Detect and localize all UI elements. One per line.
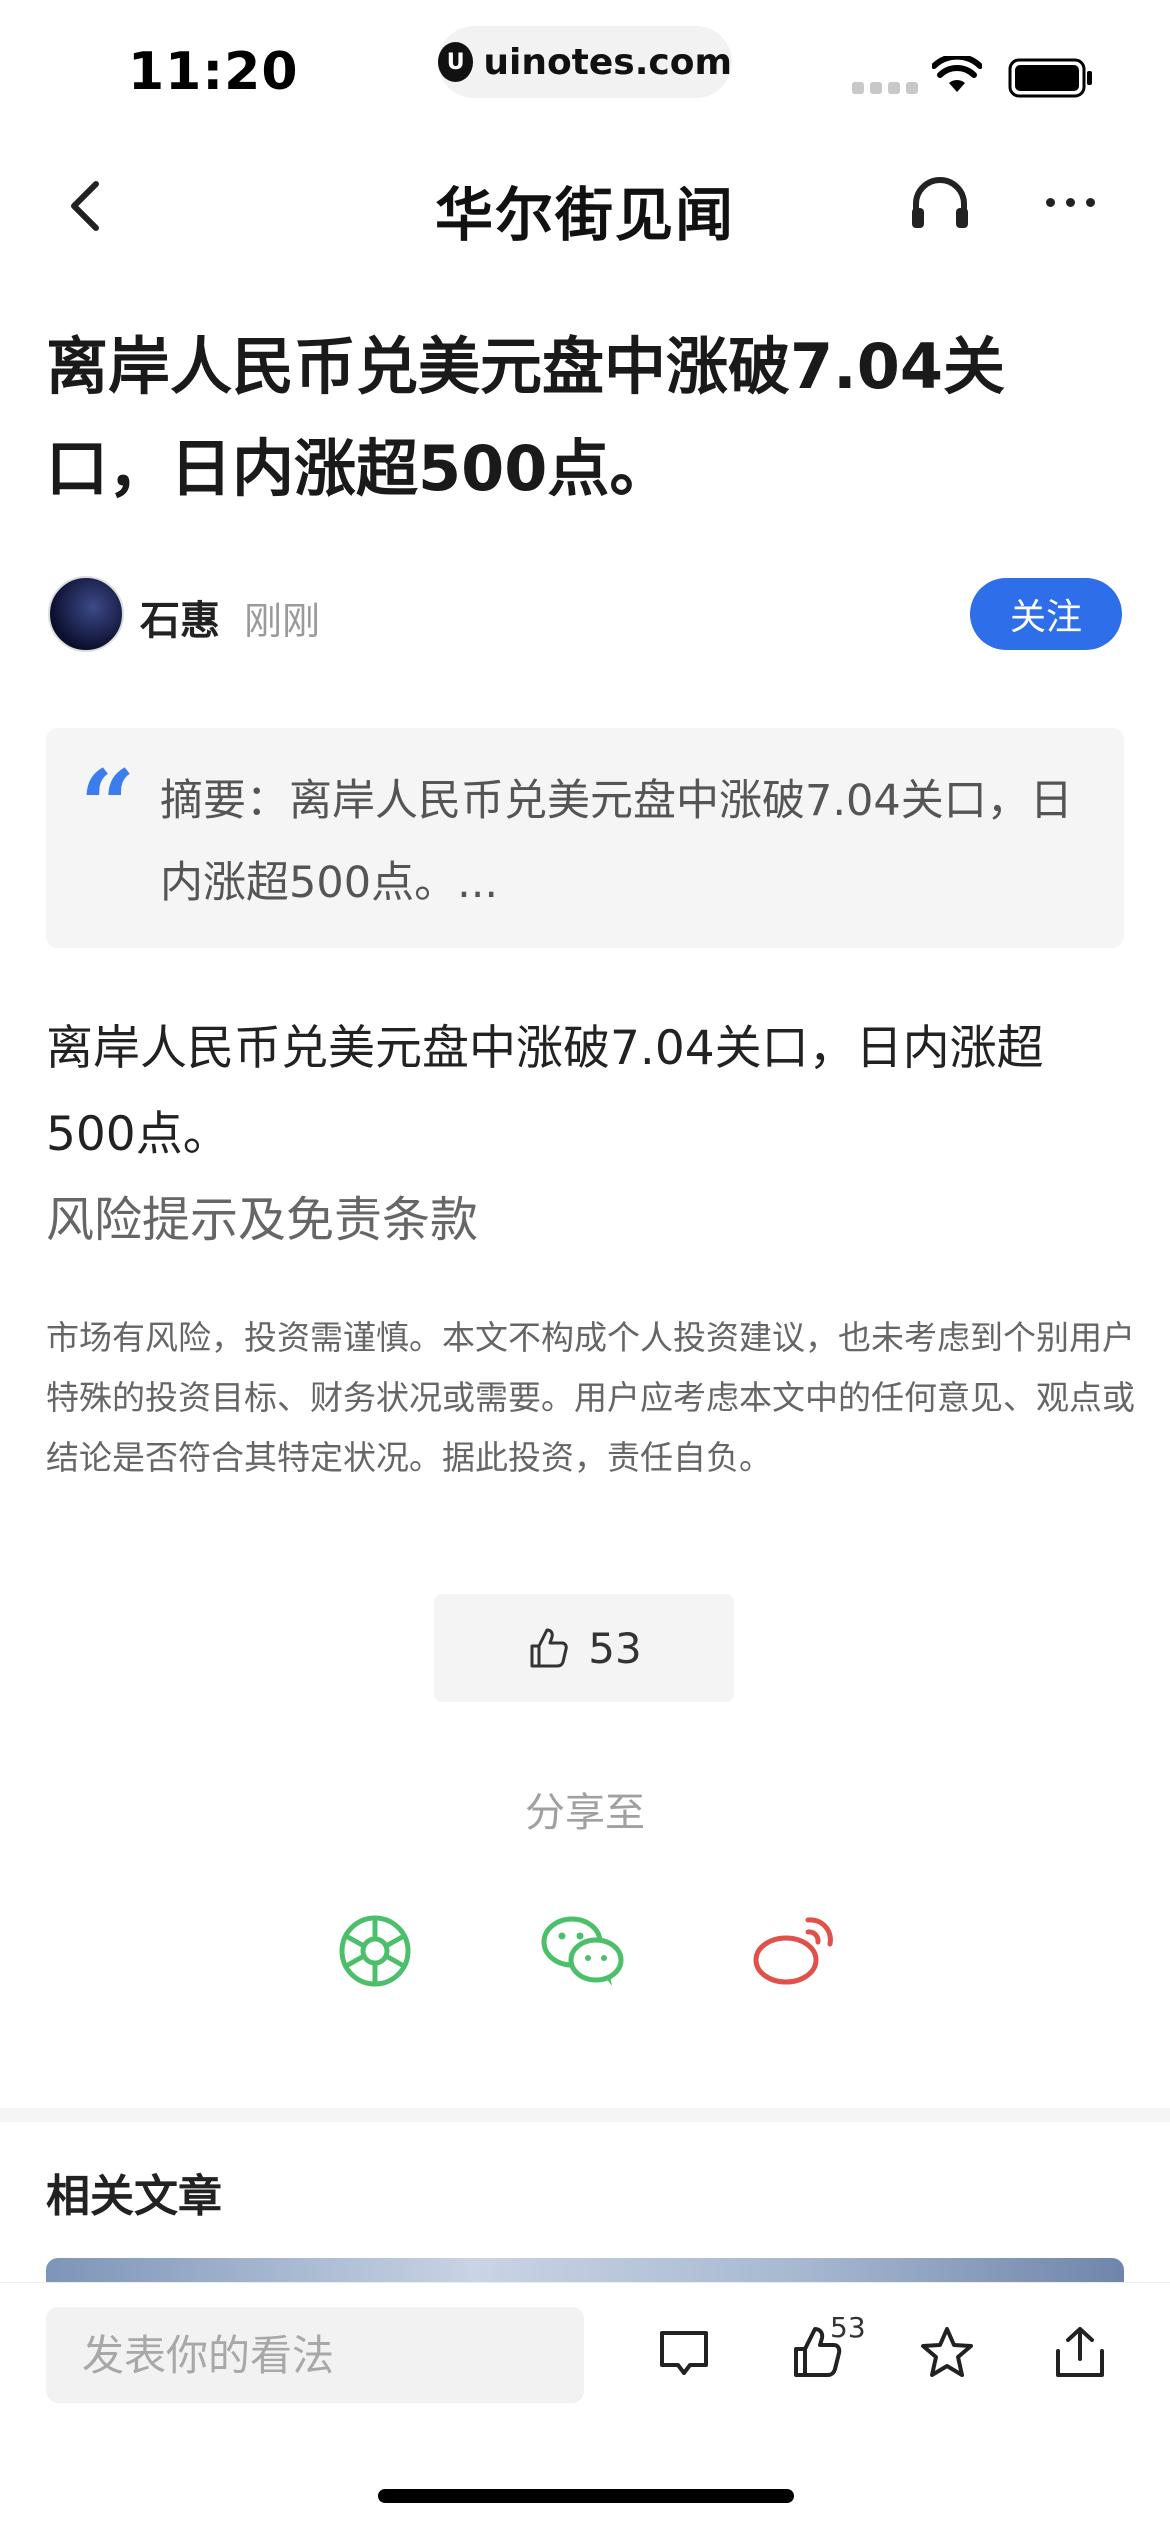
like-count: 53 xyxy=(588,1623,642,1673)
related-articles-title: 相关文章 xyxy=(46,2171,222,2222)
article-title: 离岸人民币兑美元盘中涨破7.04关口，日内涨超500点。 xyxy=(46,330,1005,505)
battery-icon xyxy=(1008,58,1092,98)
wifi-icon xyxy=(932,56,982,92)
author-name[interactable]: 石惠 xyxy=(140,588,220,646)
quote-icon: “ xyxy=(80,749,136,862)
author-avatar[interactable] xyxy=(48,576,124,652)
author-row: 石惠 刚刚 关注 xyxy=(48,574,1122,654)
home-indicator xyxy=(378,2489,794,2503)
wechat-icon[interactable] xyxy=(540,1914,626,1988)
share-icon[interactable] xyxy=(1052,2325,1108,2381)
thumbs-up-icon xyxy=(530,1628,569,1668)
summary-box: “ 摘要：离岸人民币兑美元盘中涨破7.04关口，日内涨超500点。... xyxy=(46,728,1124,948)
comment-icon[interactable] xyxy=(656,2325,712,2381)
bottom-like-count: 53 xyxy=(830,2311,866,2344)
weibo-icon[interactable] xyxy=(752,1914,838,1988)
headphones-icon[interactable] xyxy=(908,174,972,230)
star-icon[interactable] xyxy=(918,2325,976,2381)
more-icon[interactable] xyxy=(1046,198,1095,207)
disclaimer-text: 市场有风险，投资需谨慎。本文不构成个人投资建议，也未考虑到个别用户特殊的投资目标… xyxy=(46,1318,1135,1477)
article-body: 离岸人民币兑美元盘中涨破7.04关口，日内涨超500点。 xyxy=(46,1021,1044,1162)
like-button[interactable]: 53 xyxy=(434,1594,734,1702)
nav-bar: 华尔街见闻 xyxy=(0,160,1170,250)
comment-input[interactable] xyxy=(46,2307,584,2403)
publish-time: 刚刚 xyxy=(244,599,321,643)
cellular-signal-icon xyxy=(852,82,918,94)
url-text: uinotes.com xyxy=(483,41,732,83)
url-pill[interactable]: U uinotes.com xyxy=(438,26,732,98)
bottom-action-bar: 53 xyxy=(0,2282,1170,2533)
app-brand-title: 华尔街见闻 xyxy=(434,181,735,249)
summary-text: 摘要：离岸人民币兑美元盘中涨破7.04关口，日内涨超500点。... xyxy=(160,776,1073,908)
risk-title: 风险提示及免责条款 xyxy=(46,1192,479,1248)
status-bar: 11:20 U uinotes.com xyxy=(0,0,1170,140)
moments-icon[interactable] xyxy=(338,1914,412,1988)
follow-button[interactable]: 关注 xyxy=(970,578,1122,650)
share-label: 分享至 xyxy=(525,1790,645,1836)
site-logo-icon: U xyxy=(438,42,474,82)
share-targets xyxy=(0,1914,1170,1994)
section-divider xyxy=(0,2108,1170,2122)
status-time: 11:20 xyxy=(128,42,299,102)
